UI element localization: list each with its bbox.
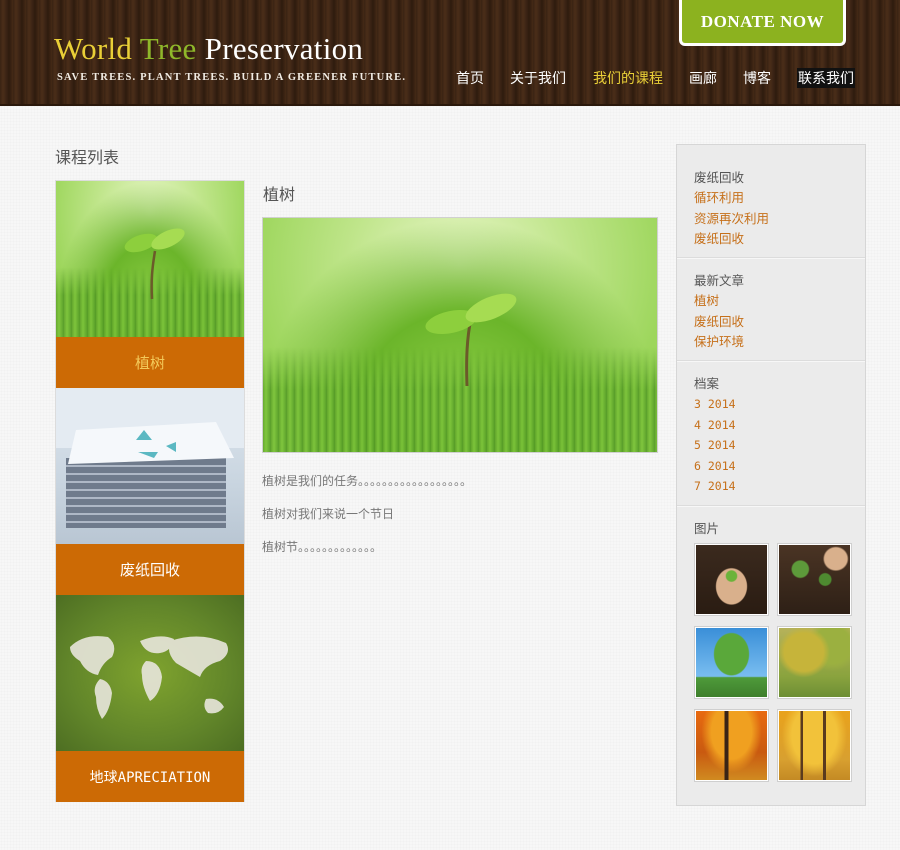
logo-word-tree: Tree xyxy=(139,31,197,66)
sprout-image xyxy=(56,181,244,337)
widget-link[interactable]: 资源再次利用 xyxy=(694,209,865,230)
widget-link[interactable]: 废纸回收 xyxy=(694,229,865,250)
widget-latest-posts: 最新文章 植树 废纸回收 保护环境 xyxy=(677,270,865,353)
widget-title-gallery: 图片 xyxy=(694,521,720,536)
thumb-green-tree[interactable] xyxy=(694,626,769,699)
widget-title-archive: 档案 xyxy=(694,376,720,391)
nav-item-courses[interactable]: 我们的课程 xyxy=(593,68,663,88)
donate-button[interactable]: DONATE NOW xyxy=(679,0,846,46)
site-logo[interactable]: World Tree Preservation xyxy=(54,31,363,67)
archive-link[interactable]: 7 2014 xyxy=(694,476,865,497)
post-paragraph-3: 植树节。。。。。。。。。。。。。 xyxy=(262,540,383,554)
thumb-garden-planting[interactable] xyxy=(777,543,852,616)
divider xyxy=(677,360,865,362)
post-sprout-image xyxy=(262,217,658,453)
thumb-yellow-forest[interactable] xyxy=(777,709,852,782)
course-item-recycling[interactable]: 废纸回收 xyxy=(56,388,244,595)
logo-word-preservation: Preservation xyxy=(204,31,364,66)
nav-item-blog[interactable]: 博客 xyxy=(743,68,771,88)
course-label-earth: 地球APRECIATION xyxy=(56,751,244,802)
course-label-planting: 植树 xyxy=(56,337,244,388)
nav-item-gallery[interactable]: 画廊 xyxy=(689,68,717,88)
archive-link[interactable]: 4 2014 xyxy=(694,415,865,436)
course-label-recycling: 废纸回收 xyxy=(56,544,244,595)
main-nav: 首页 关于我们 我们的课程 画廊 博客 联系我们 xyxy=(0,68,900,90)
post-paragraph-1: 植树是我们的任务。。。。。。。。。。。。。。。。。。 xyxy=(262,474,473,488)
course-list: 植树 废纸回收 地球APRECIATION xyxy=(55,180,245,802)
course-item-earth[interactable]: 地球APRECIATION xyxy=(56,595,244,802)
divider xyxy=(677,505,865,507)
paper-stack-image xyxy=(56,388,244,544)
post-title: 植树 xyxy=(263,185,296,204)
widget-link[interactable]: 植树 xyxy=(694,291,865,312)
sidebar: 废纸回收 循环利用 资源再次利用 废纸回收 最新文章 植树 废纸回收 保护环境 … xyxy=(676,144,866,806)
thumb-orange-forest[interactable] xyxy=(694,709,769,782)
nav-item-contact[interactable]: 联系我们 xyxy=(797,68,855,88)
archive-link[interactable]: 3 2014 xyxy=(694,394,865,415)
site-header: World Tree Preservation SAVE TREES. PLAN… xyxy=(0,0,900,106)
logo-word-world: World xyxy=(54,31,133,66)
widget-link[interactable]: 保护环境 xyxy=(694,332,865,353)
nav-item-home[interactable]: 首页 xyxy=(456,68,484,88)
widget-title-recycling: 废纸回收 xyxy=(694,170,745,185)
divider xyxy=(677,257,865,259)
world-map-image xyxy=(56,595,244,751)
course-item-planting[interactable]: 植树 xyxy=(56,181,244,388)
nav-item-about[interactable]: 关于我们 xyxy=(510,68,566,88)
widget-recycling: 废纸回收 循环利用 资源再次利用 废纸回收 xyxy=(677,167,865,250)
widget-archive: 档案 3 2014 4 2014 5 2014 6 2014 7 2014 xyxy=(677,373,865,497)
thumb-hands-seedling[interactable] xyxy=(694,543,769,616)
archive-link[interactable]: 5 2014 xyxy=(694,435,865,456)
widget-link[interactable]: 废纸回收 xyxy=(694,312,865,333)
post-paragraph-2: 植树对我们来说一个节日 xyxy=(262,507,395,521)
archive-link[interactable]: 6 2014 xyxy=(694,456,865,477)
widget-title-latest: 最新文章 xyxy=(694,273,745,288)
thumb-autumn-tree[interactable] xyxy=(777,626,852,699)
course-list-title: 课程列表 xyxy=(55,148,120,167)
widget-gallery: 图片 xyxy=(677,518,865,539)
widget-link[interactable]: 循环利用 xyxy=(694,188,865,209)
